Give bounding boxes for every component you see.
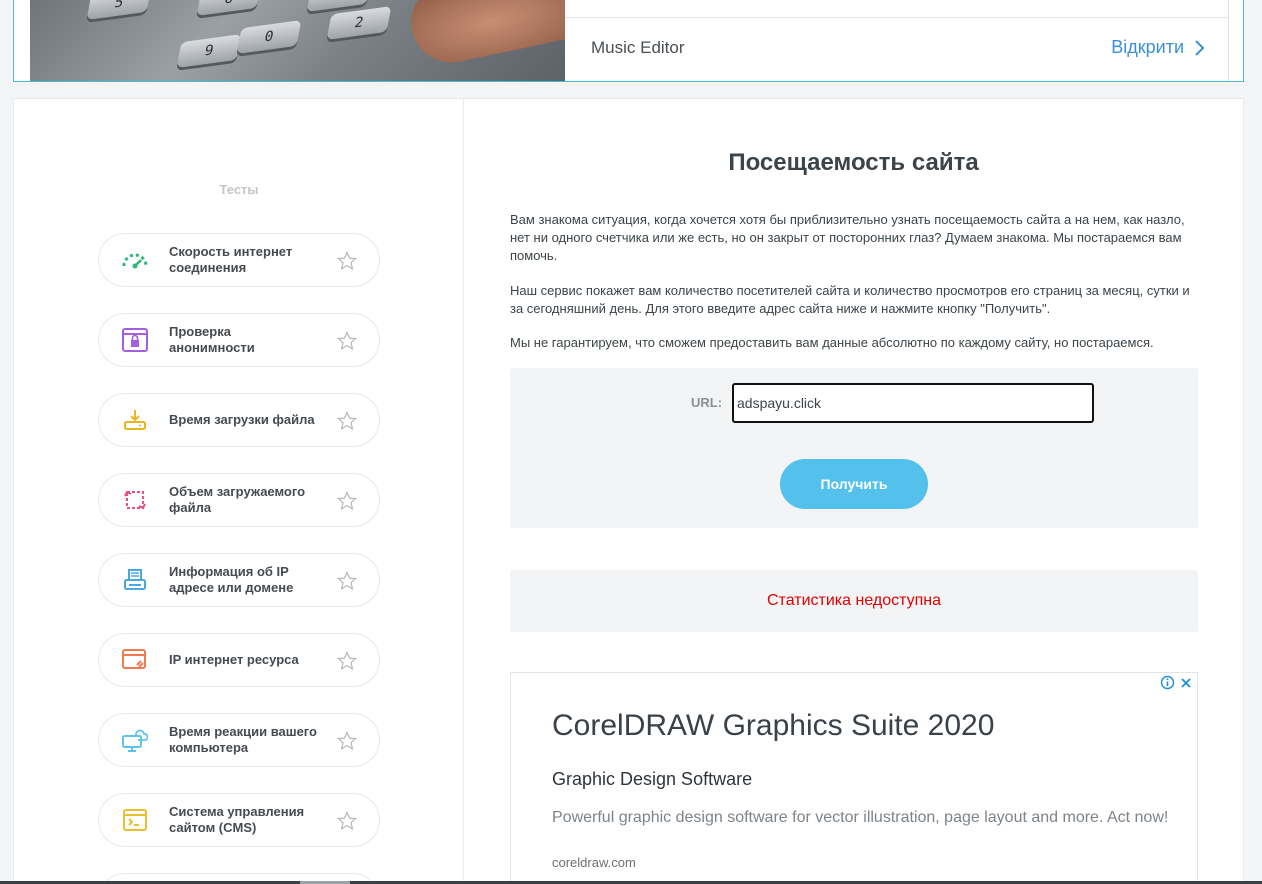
service-paragraph: Наш сервис покажет вам количество посети… (510, 283, 1190, 316)
star-icon[interactable] (337, 571, 357, 591)
get-button[interactable]: Получить (780, 459, 928, 509)
sidebar-item-cms[interactable]: Система управления сайтом (CMS) (98, 793, 380, 847)
page-title: Посещаемость сайта (728, 149, 979, 176)
sidebar-item-label: Объем загружаемого файла (169, 484, 306, 515)
star-icon[interactable] (337, 811, 357, 831)
resize-icon (121, 486, 149, 514)
browser-link-icon (121, 646, 149, 674)
ad-divider (565, 17, 1228, 18)
tests-sidebar: Тесты Скорость интернет соединения Прове… (14, 99, 464, 884)
close-icon[interactable] (1179, 676, 1193, 690)
info-icon[interactable] (1160, 675, 1175, 690)
sidebar-item-label: Информация об IP адресе или домене (169, 564, 294, 595)
ad-subtitle: Graphic Design Software (552, 769, 753, 789)
sidebar-item-ip-resource[interactable]: IP интернет ресурса (98, 633, 380, 687)
star-icon[interactable] (337, 491, 357, 511)
ad-domain[interactable]: coreldraw.com (552, 855, 636, 870)
ad-title[interactable]: CorelDRAW Graphics Suite 2020 (552, 709, 994, 743)
ad-description: Powerful graphic design software for vec… (552, 809, 1169, 826)
sidebar-item-label: Система управления сайтом (CMS) (169, 804, 305, 835)
keypad-key: 9 (176, 34, 242, 68)
keypad-key: 2 (326, 6, 392, 40)
terminal-icon (121, 806, 149, 834)
keypad-key: 0 (236, 20, 302, 54)
sidebar-item-reaction-time[interactable]: Время реакции вашего компьютера (98, 713, 380, 767)
coreldraw-ad[interactable]: CorelDRAW Graphics Suite 2020 Graphic De… (510, 672, 1198, 884)
document-printer-icon (121, 566, 149, 594)
url-label: URL: (691, 395, 723, 410)
chevron-right-icon (1195, 39, 1205, 56)
star-icon[interactable] (337, 251, 357, 271)
lock-window-icon (121, 326, 149, 354)
keypad-key: 5 (86, 0, 152, 20)
open-link[interactable]: Відкрити (1111, 37, 1206, 58)
sidebar-title: Тесты (219, 182, 259, 197)
sidebar-item-label: Время реакции вашего компьютера (169, 724, 317, 755)
stats-result: Статистика недоступна (510, 570, 1198, 632)
sidebar-item-label: Скорость интернет соединения (169, 244, 293, 275)
sidebar-item-anonymity[interactable]: Проверка анонимности (98, 313, 380, 367)
sidebar-item-internet-speed[interactable]: Скорость интернет соединения (98, 233, 380, 287)
ad-panel: Music Editor Відкрити (565, 0, 1229, 81)
sidebar-item-label: Проверка анонимности (169, 324, 255, 355)
sidebar-item-label: Время загрузки файла (169, 412, 315, 427)
star-icon[interactable] (337, 331, 357, 351)
sidebar-item-file-size[interactable]: Объем загружаемого файла (98, 473, 380, 527)
sidebar-item-ip-info[interactable]: Информация об IP адресе или домене (98, 553, 380, 607)
speedometer-icon (121, 246, 149, 274)
keypad-key: 6 (196, 0, 262, 16)
content-area: Посещаемость сайта Вам знакома ситуация,… (464, 99, 1243, 884)
star-icon[interactable] (337, 731, 357, 751)
sidebar-item-download-time[interactable]: Время загрузки файла (98, 393, 380, 447)
open-link-label: Відкрити (1111, 37, 1184, 57)
main-card: Тесты Скорость интернет соединения Прове… (13, 98, 1244, 884)
disclaimer-paragraph: Мы не гарантируем, что сможем предостави… (510, 335, 1154, 350)
star-icon[interactable] (337, 411, 357, 431)
star-icon[interactable] (337, 651, 357, 671)
finger-image (403, 0, 565, 70)
sidebar-item-label: IP интернет ресурса (169, 652, 299, 667)
stats-message: Статистика недоступна (767, 592, 941, 609)
monitor-cloud-icon (121, 726, 149, 754)
url-input[interactable] (732, 383, 1094, 423)
intro-paragraph: Вам знакома ситуация, когда хочется хотя… (510, 212, 1185, 263)
ad-controls (1160, 675, 1193, 690)
ad-app-name: Music Editor (591, 38, 685, 57)
top-ad-banner[interactable]: 5 6 8 9 0 2 Music Editor Відкрити (13, 0, 1244, 82)
keypad-photo: 5 6 8 9 0 2 (30, 0, 565, 81)
url-form: URL: Получить (510, 368, 1198, 528)
download-icon (121, 406, 149, 434)
